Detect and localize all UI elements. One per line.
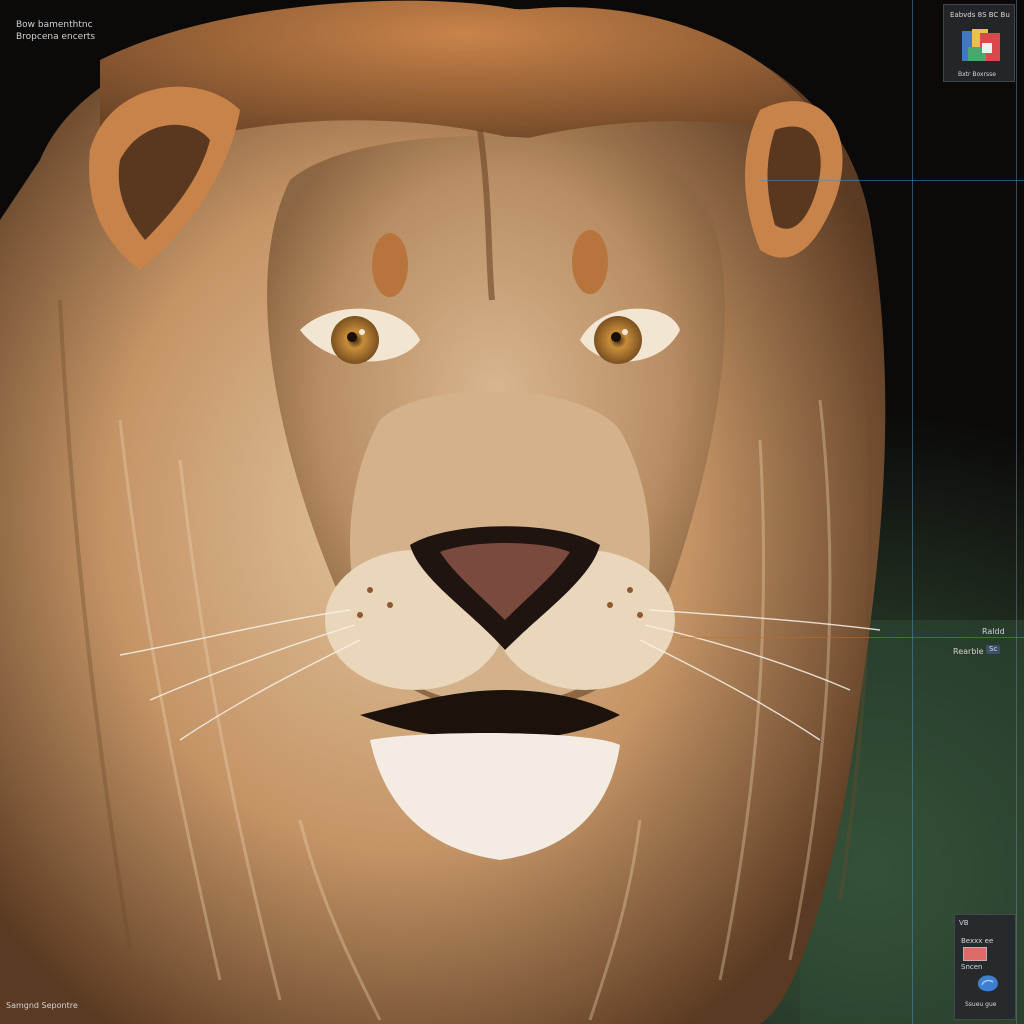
right-edge-line — [1016, 0, 1017, 1024]
bottom-right-panel[interactable]: VB Bexxx ee Sncen Ssueu gue — [954, 914, 1016, 1020]
vertical-guide-line — [912, 0, 913, 1024]
mid-right-label: Raldd — [982, 627, 1005, 636]
thumbnail-panel-title: Eabvds 8S BC Bu — [950, 11, 1010, 19]
bottom-panel-header: VB — [959, 919, 969, 927]
blue-blob-icon — [975, 973, 1001, 993]
thumbnail-panel-caption: Bxtr Boxrsse — [958, 71, 996, 78]
color-swatch-thumbnail-icon — [962, 27, 1002, 67]
bottom-panel-caption: Ssueu gue — [965, 1001, 997, 1008]
mid-right-chip[interactable]: Sc — [986, 645, 1001, 654]
horizontal-guide-line-top — [760, 180, 1024, 181]
bottom-panel-line2: Sncen — [961, 963, 983, 971]
horizontal-guide-line-mid — [680, 637, 1024, 638]
lion-photo — [0, 0, 1024, 1024]
top-left-caption-line1: Bow bamenthtnc — [16, 20, 93, 30]
top-left-caption-line2: Bropcena encerts — [16, 32, 96, 42]
bottom-left-caption: Samgnd Sepontre — [6, 1001, 78, 1010]
top-thumbnail-panel[interactable]: Eabvds 8S BC Bu Bxtr Boxrsse — [943, 4, 1015, 82]
bottom-panel-line1: Bexxx ee — [961, 937, 994, 945]
bottom-panel-swatch-icon — [963, 947, 987, 961]
